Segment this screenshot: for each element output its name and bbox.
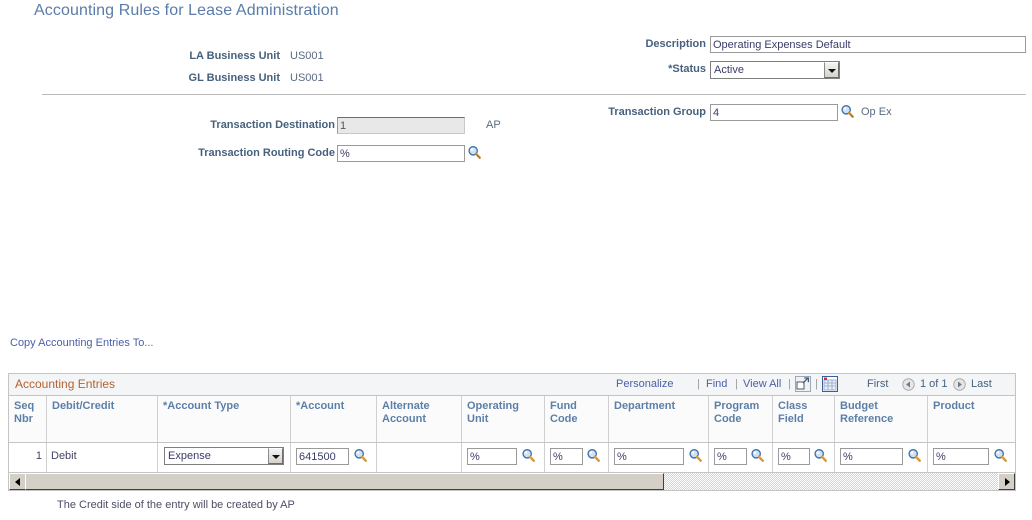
last-page-label[interactable]: Last xyxy=(971,378,992,390)
transaction-routing-code-lookup-icon[interactable] xyxy=(467,145,482,160)
column-header-budget-reference[interactable]: Budget Reference xyxy=(835,396,928,442)
la-business-unit-value: US001 xyxy=(290,50,324,62)
toolbar-separator-1: | xyxy=(697,378,700,390)
transaction-group-label: Transaction Group xyxy=(608,106,706,118)
transaction-group-suffix: Op Ex xyxy=(861,106,892,118)
budget-reference-input[interactable] xyxy=(840,448,903,465)
gl-business-unit-label: GL Business Unit xyxy=(188,72,280,84)
transaction-routing-code-label: Transaction Routing Code xyxy=(198,147,335,159)
column-header-department[interactable]: Department xyxy=(609,396,709,442)
column-header-class-field[interactable]: Class Field xyxy=(773,396,835,442)
account-type-dropdown[interactable]: Expense xyxy=(164,447,284,465)
next-page-icon[interactable] xyxy=(953,378,966,391)
cell-product xyxy=(928,443,1015,472)
download-to-spreadsheet-icon[interactable] xyxy=(822,376,838,392)
operating-unit-input[interactable] xyxy=(467,448,517,465)
table-row: 1 Debit Expense xyxy=(9,443,1015,473)
seq-nbr-value: 1 xyxy=(35,450,42,462)
transaction-destination-label: Transaction Destination xyxy=(210,119,335,131)
transaction-destination-input xyxy=(337,117,465,134)
toolbar-separator-4: | xyxy=(815,378,818,390)
first-page-label[interactable]: First xyxy=(867,378,888,390)
chevron-down-icon[interactable] xyxy=(268,448,283,464)
view-all-link[interactable]: View All xyxy=(743,378,781,390)
column-header-seq-nbr[interactable]: Seq Nbr xyxy=(9,396,47,442)
column-header-alternate-account[interactable]: Alternate Account xyxy=(377,396,462,442)
status-label: *Status xyxy=(668,63,706,75)
class-field-input[interactable] xyxy=(778,448,810,465)
cell-debit-credit: Debit xyxy=(47,443,158,472)
department-input[interactable] xyxy=(614,448,684,465)
column-header-account[interactable]: *Account xyxy=(291,396,377,442)
transaction-group-input[interactable] xyxy=(710,104,838,121)
transaction-routing-code-input[interactable] xyxy=(337,145,465,162)
grid-horizontal-scrollbar[interactable] xyxy=(9,473,1015,490)
cell-account xyxy=(291,443,377,472)
grid-caption: Accounting Entries xyxy=(15,377,116,391)
toolbar-separator-3: | xyxy=(788,378,791,390)
column-header-account-type[interactable]: *Account Type xyxy=(158,396,291,442)
fund-code-input[interactable] xyxy=(550,448,583,465)
transaction-group-lookup-icon[interactable] xyxy=(840,104,855,119)
account-input[interactable] xyxy=(296,448,349,465)
cell-program-code xyxy=(709,443,773,472)
grid-header-bar: Accounting Entries Personalize | Find | … xyxy=(9,374,1015,396)
status-selected-value: Active xyxy=(714,64,744,76)
personalize-link[interactable]: Personalize xyxy=(616,378,673,390)
class-field-lookup-icon[interactable] xyxy=(813,448,828,463)
cell-account-type: Expense xyxy=(158,443,291,472)
product-lookup-icon[interactable] xyxy=(993,448,1008,463)
column-header-fund-code[interactable]: Fund Code xyxy=(545,396,609,442)
previous-page-icon[interactable] xyxy=(902,378,915,391)
account-type-selected-value: Expense xyxy=(168,450,211,462)
column-header-program-code[interactable]: Program Code xyxy=(709,396,773,442)
cell-budget-reference xyxy=(835,443,928,472)
account-lookup-icon[interactable] xyxy=(353,448,368,463)
cell-seq-nbr: 1 xyxy=(9,443,47,472)
cell-operating-unit xyxy=(462,443,545,472)
gl-business-unit-value: US001 xyxy=(290,72,324,84)
scroll-right-button[interactable] xyxy=(998,473,1015,490)
cell-fund-code xyxy=(545,443,609,472)
cell-alternate-account xyxy=(377,443,462,472)
department-lookup-icon[interactable] xyxy=(688,448,703,463)
toolbar-separator-2: | xyxy=(735,378,738,390)
accounting-entries-grid: Accounting Entries Personalize | Find | … xyxy=(8,373,1016,491)
fund-code-lookup-icon[interactable] xyxy=(586,448,601,463)
scroll-left-button[interactable] xyxy=(9,473,26,490)
cell-department xyxy=(609,443,709,472)
product-input[interactable] xyxy=(933,448,989,465)
find-link[interactable]: Find xyxy=(706,378,727,390)
status-dropdown[interactable]: Active xyxy=(710,61,840,79)
scrollbar-track[interactable] xyxy=(25,473,998,490)
description-label: Description xyxy=(645,38,706,50)
page-indicator: 1 of 1 xyxy=(920,378,948,390)
operating-unit-lookup-icon[interactable] xyxy=(521,448,536,463)
grid-column-headers: Seq Nbr Debit/Credit *Account Type *Acco… xyxy=(9,396,1015,443)
budget-reference-lookup-icon[interactable] xyxy=(907,448,922,463)
transaction-destination-suffix: AP xyxy=(486,119,501,131)
column-header-debit-credit[interactable]: Debit/Credit xyxy=(47,396,158,442)
program-code-lookup-icon[interactable] xyxy=(750,448,765,463)
chevron-down-icon[interactable] xyxy=(824,62,839,78)
column-header-product[interactable]: Product xyxy=(928,396,1015,442)
column-header-operating-unit[interactable]: Operating Unit xyxy=(462,396,545,442)
debit-credit-value: Debit xyxy=(51,450,77,462)
section-divider-1 xyxy=(42,94,1026,95)
description-input[interactable] xyxy=(710,36,1026,53)
copy-accounting-entries-link[interactable]: Copy Accounting Entries To... xyxy=(10,337,154,349)
footer-note: The Credit side of the entry will be cre… xyxy=(57,499,295,511)
cell-class-field xyxy=(773,443,835,472)
page-title: Accounting Rules for Lease Administratio… xyxy=(34,2,339,19)
expand-grid-icon[interactable] xyxy=(795,376,811,392)
scrollbar-thumb[interactable] xyxy=(25,473,664,490)
la-business-unit-label: LA Business Unit xyxy=(189,50,280,62)
program-code-input[interactable] xyxy=(714,448,747,465)
